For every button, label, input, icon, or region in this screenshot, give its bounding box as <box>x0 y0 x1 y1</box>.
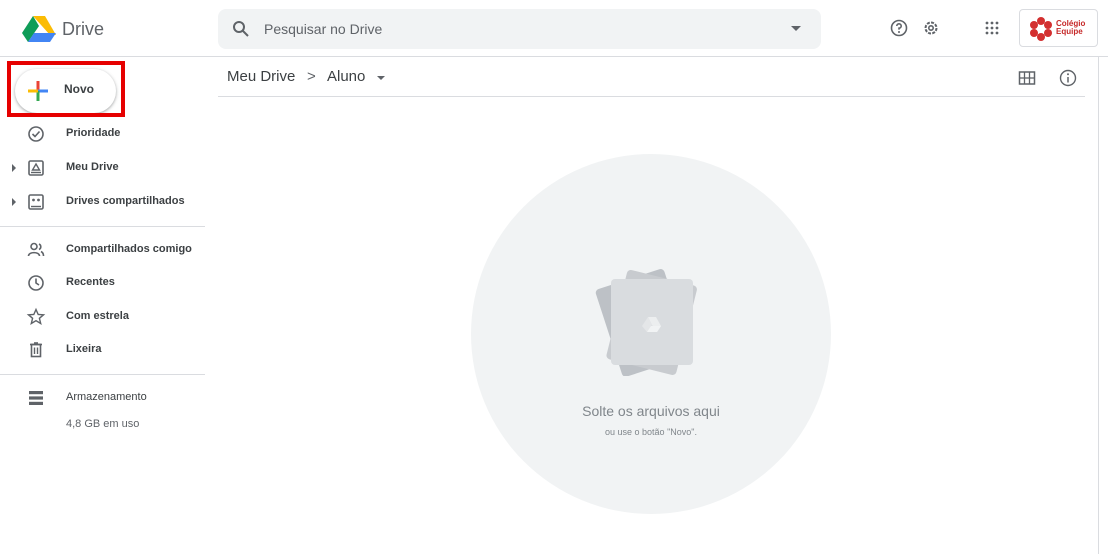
sidebar-item-label: Prioridade <box>66 127 121 139</box>
settings-button[interactable] <box>920 17 942 39</box>
storage-usage-text: 4,8 GB em uso <box>66 418 140 430</box>
sidebar-item-storage[interactable]: Armazenamento <box>0 382 205 414</box>
shared-drives-icon <box>28 194 44 210</box>
search-options-chevron-down-icon[interactable] <box>791 26 801 31</box>
breadcrumb-separator: > <box>307 68 316 85</box>
shared-with-me-icon <box>27 242 45 257</box>
top-bar: Drive Pesquisar no Drive Colégio Equipe <box>0 0 1108 57</box>
help-icon <box>890 19 908 37</box>
sidebar-item-label: Meu Drive <box>66 161 119 173</box>
clock-icon <box>28 275 44 291</box>
toolbar-divider <box>218 96 1085 97</box>
sidebar-divider <box>0 226 205 227</box>
apps-grid-icon <box>985 21 999 35</box>
breadcrumb-current-folder[interactable]: Aluno <box>327 68 365 85</box>
expand-arrow-icon[interactable] <box>12 164 16 172</box>
gear-icon <box>924 21 938 35</box>
drop-zone-title: Solte os arquivos aqui <box>582 403 720 419</box>
sidebar-item-label: Drives compartilhados <box>66 195 185 207</box>
storage-icon <box>29 391 43 405</box>
priority-check-icon <box>28 126 44 142</box>
info-icon[interactable] <box>1058 68 1078 88</box>
search-bar[interactable] <box>218 9 821 49</box>
trash-icon <box>30 342 42 358</box>
brand-line2: Equipe <box>1056 27 1083 36</box>
sidebar-item-shared-drives[interactable]: Drives compartilhados <box>0 186 205 218</box>
sidebar-item-label: Recentes <box>66 276 115 288</box>
sidebar-item-trash[interactable]: Lixeira <box>0 334 205 366</box>
sidebar-item-label: Com estrela <box>66 310 129 322</box>
sidebar-item-label: Compartilhados comigo <box>66 243 192 255</box>
drop-zone-subtitle: ou use o botão "Novo". <box>605 427 697 437</box>
sidebar-item-label: Armazenamento <box>66 391 147 403</box>
sidebar-item-label: Lixeira <box>66 343 102 355</box>
google-drive-logo-icon[interactable] <box>22 16 56 42</box>
colegio-equipe-logo-icon <box>1030 17 1052 41</box>
highlight-box <box>7 61 125 117</box>
account-brand-button[interactable]: Colégio Equipe <box>1019 9 1098 47</box>
breadcrumb-my-drive[interactable]: Meu Drive <box>227 68 295 85</box>
sidebar-item-priority[interactable]: Prioridade <box>0 118 205 150</box>
app-title[interactable]: Drive <box>62 19 104 40</box>
sidebar-item-shared-with-me[interactable]: Compartilhados comigo <box>0 234 205 266</box>
sidebar-item-recent[interactable]: Recentes <box>0 267 205 299</box>
sidebar-item-starred[interactable]: Com estrela <box>0 301 205 333</box>
my-drive-icon <box>28 160 44 176</box>
star-icon <box>26 307 46 325</box>
sidebar-divider <box>0 374 205 375</box>
help-button[interactable] <box>888 17 910 39</box>
search-input[interactable] <box>264 15 744 43</box>
sidebar-item-my-drive[interactable]: Meu Drive <box>0 152 205 184</box>
grid-view-icon[interactable] <box>1017 68 1037 88</box>
expand-arrow-icon[interactable] <box>12 198 16 206</box>
search-icon[interactable] <box>232 20 250 38</box>
drop-files-illustration-icon <box>595 269 697 376</box>
right-panel-divider <box>1098 57 1099 554</box>
folder-menu-chevron-down-icon[interactable] <box>377 76 385 80</box>
apps-button[interactable] <box>981 17 1003 39</box>
brand-name: Colégio Equipe <box>1056 20 1092 36</box>
